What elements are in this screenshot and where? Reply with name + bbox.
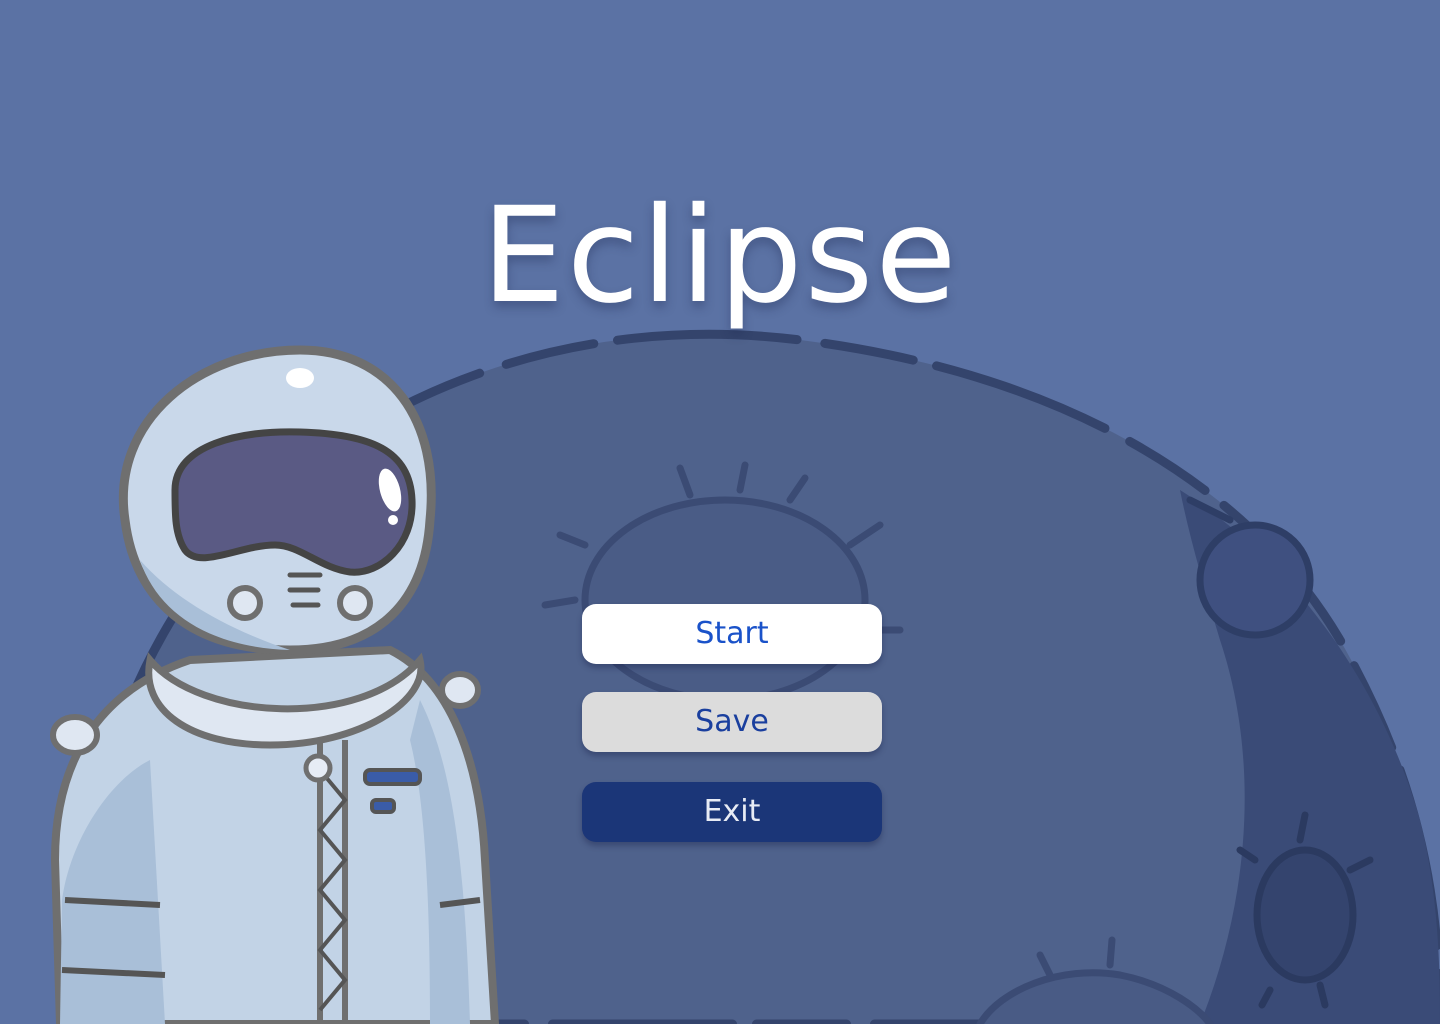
title-screen: Eclipse Start Save Exit [0, 0, 1440, 1024]
main-menu: Start Save Exit [582, 604, 882, 842]
astronaut-character [50, 345, 500, 1024]
astronaut-visor [171, 428, 416, 576]
game-title: Eclipse [481, 179, 959, 334]
moon-illustration [50, 329, 1440, 1024]
start-button[interactable]: Start [582, 604, 882, 664]
save-button[interactable]: Save [582, 692, 882, 752]
exit-button[interactable]: Exit [582, 782, 882, 842]
